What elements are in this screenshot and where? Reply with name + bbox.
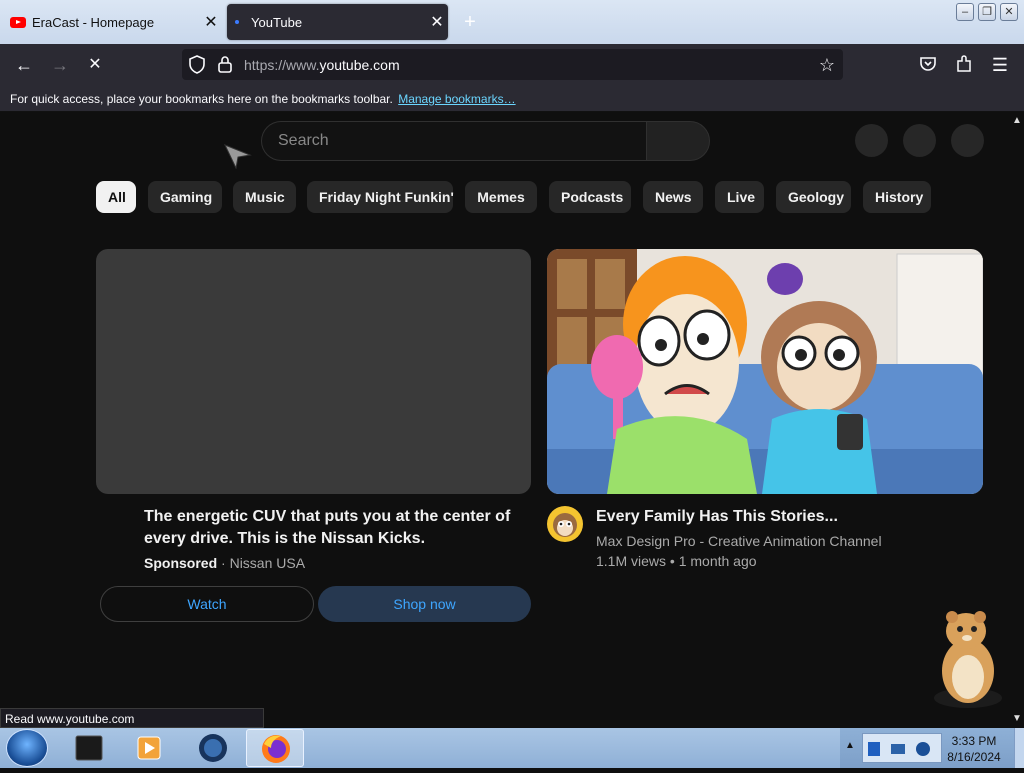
chip-gaming[interactable]: Gaming — [148, 181, 222, 213]
cmd-window-icon[interactable] — [60, 729, 118, 767]
start-button[interactable] — [6, 729, 48, 767]
url-text[interactable]: https://www.youtube.com — [244, 57, 400, 73]
url-domain: youtube.com — [319, 57, 400, 73]
tray-expand-icon[interactable]: ▲ — [845, 740, 855, 751]
advertiser-name: Nissan USA — [229, 555, 306, 571]
monkey-avatar-icon — [547, 506, 583, 542]
new-tab-button[interactable]: + — [458, 10, 482, 34]
tray-icons[interactable] — [862, 733, 942, 763]
chip-friday-night-funkin[interactable]: Friday Night Funkin' — [307, 181, 454, 213]
youtube-page: Search All Gaming Music Friday Night Fun… — [0, 113, 1010, 728]
sponsored-label: Sponsored — [144, 555, 218, 571]
minimize-button[interactable]: – — [956, 3, 974, 21]
tab-youtube[interactable]: YouTube ✕ — [227, 4, 448, 40]
search-input[interactable]: Search — [261, 121, 647, 161]
bookmarks-hint: For quick access, place your bookmarks h… — [10, 92, 393, 106]
ad-thumbnail[interactable] — [96, 249, 531, 494]
chip-all[interactable]: All — [96, 181, 136, 213]
shop-now-button[interactable]: Shop now — [318, 586, 531, 622]
chip-news[interactable]: News — [643, 181, 703, 213]
ad-title[interactable]: The energetic CUV that puts you at the c… — [144, 506, 514, 550]
cartoon-thumbnail-image — [547, 249, 983, 494]
close-window-button[interactable]: ✕ — [1000, 3, 1018, 21]
video-title[interactable]: Every Family Has This Stories... — [596, 506, 838, 528]
scroll-down-icon[interactable]: ▼ — [1010, 713, 1024, 724]
tab-label: YouTube — [251, 14, 303, 30]
shield-icon[interactable] — [188, 55, 206, 74]
forward-icon[interactable]: → — [43, 44, 77, 86]
tab-label: EraCast - Homepage — [32, 14, 155, 30]
stop-icon[interactable]: ✕ — [78, 44, 112, 86]
close-tab-icon[interactable]: ✕ — [426, 12, 448, 32]
firefox-icon — [262, 735, 290, 763]
clock[interactable]: 3:33 PM 8/16/2024 — [940, 733, 1008, 765]
video-thumbnail[interactable] — [547, 249, 983, 494]
scroll-up-icon[interactable]: ▲ — [1010, 115, 1024, 126]
lock-icon[interactable] — [217, 55, 233, 73]
restore-button[interactable]: ❐ — [978, 3, 996, 21]
chip-history[interactable]: History — [863, 181, 931, 213]
manage-bookmarks-link[interactable]: Manage bookmarks… — [398, 92, 515, 106]
menu-hamburger-icon[interactable]: ☰ — [983, 44, 1017, 86]
taskbar: ▲ 3:33 PM 8/16/2024 — [0, 728, 1024, 768]
mouse-cursor-icon — [224, 144, 252, 169]
globe-app-icon[interactable] — [184, 729, 242, 767]
chip-memes[interactable]: Memes — [465, 181, 537, 213]
chip-music[interactable]: Music — [233, 181, 296, 213]
bookmarks-toolbar: For quick access, place your bookmarks h… — [0, 86, 1024, 112]
page-scrollbar[interactable]: ▲ ▼ — [1010, 113, 1024, 728]
url-prefix: https://www. — [244, 57, 320, 73]
pocket-icon[interactable] — [919, 56, 937, 72]
youtube-favicon-icon — [10, 16, 26, 28]
notifications-icon[interactable] — [903, 124, 936, 157]
ad-meta: Sponsored · Nissan USA — [144, 555, 306, 571]
tab-eracast[interactable]: EraCast - Homepage ✕ — [0, 4, 222, 40]
status-bar: Read www.youtube.com — [0, 708, 264, 728]
close-tab-icon[interactable]: ✕ — [200, 12, 222, 32]
chip-geology[interactable]: Geology — [776, 181, 851, 213]
bookmark-star-icon[interactable]: ☆ — [810, 44, 844, 86]
firefox-taskbar-button[interactable] — [246, 729, 304, 767]
create-icon[interactable] — [855, 124, 888, 157]
avatar[interactable] — [951, 124, 984, 157]
back-icon[interactable]: ← — [7, 44, 41, 86]
show-desktop-button[interactable] — [1014, 728, 1024, 768]
extensions-icon[interactable] — [955, 55, 973, 73]
video-stats: 1.1M views • 1 month ago — [596, 553, 757, 569]
chip-podcasts[interactable]: Podcasts — [549, 181, 631, 213]
search-button[interactable] — [646, 121, 710, 161]
loading-indicator-icon — [235, 20, 239, 24]
channel-avatar[interactable] — [547, 506, 583, 542]
watch-button[interactable]: Watch — [100, 586, 314, 622]
tray-icons-set-icon — [868, 742, 930, 756]
channel-name[interactable]: Max Design Pro - Creative Animation Chan… — [596, 533, 882, 549]
chip-live[interactable]: Live — [715, 181, 764, 213]
clock-date: 8/16/2024 — [947, 750, 1001, 764]
hamster-pet-icon — [934, 611, 1002, 708]
media-player-icon[interactable] — [120, 729, 178, 767]
clock-time: 3:33 PM — [951, 734, 997, 748]
